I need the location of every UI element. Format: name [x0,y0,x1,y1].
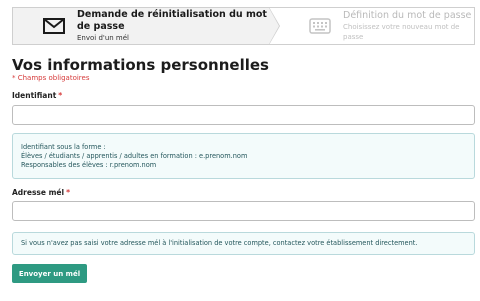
email-label-text: Adresse mél [12,188,65,197]
required-marker: * [66,188,70,197]
identifier-label: Identifiant * [12,91,62,100]
identifier-label-text: Identifiant [12,91,57,100]
identifier-input[interactable] [12,105,475,125]
required-marker: * [58,91,63,100]
envelope-icon [43,18,65,34]
wizard-step-request: Demande de réinitialisation du mot de pa… [13,7,280,45]
email-input[interactable] [12,201,475,221]
progress-wizard: Demande de réinitialisation du mot de pa… [12,7,475,45]
required-fields-note: * Champs obligatoires [12,74,90,82]
email-hint: Si vous n'avez pas saisi votre adresse m… [12,232,475,255]
page-title: Vos informations personnelles [12,56,269,74]
keyboard-icon [309,18,331,34]
send-email-button[interactable]: Envoyer un mél [12,264,87,283]
identifier-hint: Identifiant sous la forme : Élèves / étu… [12,133,475,179]
identifier-hint-line-3: Responsables des élèves : r.prenom.nom [21,161,157,169]
wizard-step-define-password-title: Définition du mot de passe [343,10,472,21]
wizard-step-request-title: Demande de réinitialisation du mot de pa… [77,9,267,32]
email-hint-text: Si vous n'avez pas saisi votre adresse m… [21,239,418,247]
email-label: Adresse mél * [12,188,70,197]
wizard-step-define-password-subtitle: Choisissez votre nouveau mot de passe [343,23,460,41]
identifier-hint-line-1: Identifiant sous la forme : [21,143,106,151]
identifier-hint-line-2: Élèves / étudiants / apprentis / adultes… [21,152,248,160]
wizard-step-define-password: Définition du mot de passe Choisissez vo… [269,8,474,44]
wizard-step-request-subtitle: Envoi d'un mél [77,34,129,42]
